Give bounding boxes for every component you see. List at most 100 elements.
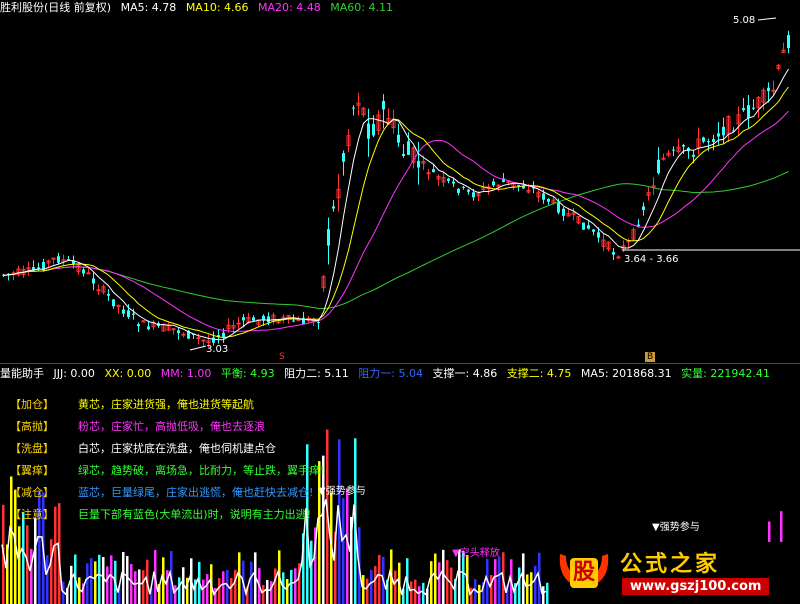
volume-bar-136 bbox=[546, 582, 549, 604]
volume-bar-98 bbox=[394, 570, 397, 604]
volume-bar-124 bbox=[498, 556, 501, 604]
xx-value: XX: 0.00 bbox=[104, 367, 152, 380]
strong-participation-label-1: ▼强势参与 bbox=[318, 486, 366, 497]
high-pointer bbox=[757, 17, 777, 21]
volume-bar-31 bbox=[126, 556, 129, 604]
volume-bar-24 bbox=[98, 554, 101, 604]
candle-body-118 bbox=[592, 229, 595, 232]
zuli1-value: 阻力一: 5.04 bbox=[358, 367, 424, 380]
volume-bar-25 bbox=[102, 557, 105, 604]
logo-name: 公式之家 bbox=[620, 552, 721, 577]
candle-body-79 bbox=[397, 134, 400, 143]
candle-body-149 bbox=[747, 105, 750, 119]
ma5-line bbox=[3, 68, 789, 341]
candle-body-81 bbox=[407, 141, 410, 155]
volume-bar-23 bbox=[94, 561, 97, 604]
volume-bar-68 bbox=[274, 568, 277, 604]
ma60-value: MA60: 4.11 bbox=[330, 1, 393, 14]
volume-bar-111 bbox=[446, 560, 449, 604]
volume-bar-93 bbox=[374, 566, 377, 604]
logo-emblem: 股 bbox=[556, 546, 612, 598]
candle-body-108 bbox=[542, 193, 545, 200]
volume-bar-54 bbox=[218, 578, 221, 604]
candle-body-34 bbox=[171, 328, 176, 331]
candle-body-92 bbox=[462, 186, 465, 188]
candle-body-99 bbox=[496, 184, 501, 187]
candle-body-47 bbox=[236, 322, 241, 325]
volume-bar-59 bbox=[238, 552, 241, 604]
candle-body-122 bbox=[612, 252, 615, 255]
legend-row-3: 【洗盘】 白芯，庄家扰底在洗盘，俺也伺机建点仓 bbox=[10, 442, 276, 455]
candle-body-73 bbox=[367, 123, 370, 139]
stock-title: 胜利股份(日线 前复权) bbox=[0, 1, 112, 14]
candle-body-86 bbox=[432, 169, 435, 173]
volume-bar-108 bbox=[434, 553, 437, 604]
candle-body-66 bbox=[332, 206, 335, 209]
candle-body-42 bbox=[212, 337, 215, 343]
candle-body-148 bbox=[742, 108, 745, 111]
volume-bar-72 bbox=[290, 569, 293, 604]
candle-body-134 bbox=[672, 149, 675, 151]
price-header: 胜利股份(日线 前复权) MA5: 4.78 MA10: 4.66 MA20: … bbox=[0, 1, 399, 15]
candle-body-26 bbox=[132, 313, 135, 315]
volume-bar-21 bbox=[86, 563, 89, 604]
candle-body-144 bbox=[722, 126, 725, 136]
watermark-logo: 股 公式之家 www.gszj100.com bbox=[550, 542, 800, 604]
candle-body-48 bbox=[242, 317, 245, 321]
volume-bar-135 bbox=[542, 586, 545, 604]
candle-body-22 bbox=[112, 299, 115, 307]
candle-body-39 bbox=[196, 337, 201, 340]
volume-bar-109 bbox=[438, 562, 441, 604]
candle-body-128 bbox=[642, 206, 645, 211]
volume-bar-22 bbox=[90, 558, 93, 604]
volume-bar-90 bbox=[362, 575, 365, 604]
candle-body-63 bbox=[317, 322, 320, 324]
legend-row-2: 【高抛】 粉芯，庄家忙，高抛低吸，俺也去逐浪 bbox=[10, 420, 265, 433]
volume-bar-67 bbox=[270, 581, 273, 604]
candle-body-123 bbox=[616, 256, 621, 259]
candle-body-119 bbox=[597, 232, 600, 238]
legend-text-4: 绿芯，趋势破，离场急，比耐力，等止跌，翼手痒! bbox=[78, 464, 325, 477]
volume-bar-110 bbox=[442, 549, 445, 604]
volume-bar-129 bbox=[518, 567, 521, 604]
ma60-line bbox=[3, 171, 789, 310]
candle-body-103 bbox=[517, 184, 520, 186]
candle-body-154 bbox=[771, 89, 776, 92]
pingheng-value: 平衡: 4.93 bbox=[220, 367, 275, 380]
legend-text-5: 蓝芯，巨量绿尾，庄家出逃慌，俺也赶快去减仓! bbox=[78, 486, 314, 499]
candle-body-10 bbox=[51, 257, 56, 260]
candle-body-90 bbox=[452, 181, 455, 184]
strong-participation-label-2: ▼强势参与 bbox=[652, 522, 700, 533]
candle-body-76 bbox=[382, 100, 385, 110]
candle-body-140 bbox=[702, 137, 705, 142]
range-label: 3.64 - 3.66 bbox=[624, 254, 679, 265]
volume-bar-66 bbox=[266, 580, 269, 604]
volume-bar-4 bbox=[18, 526, 21, 604]
candle-body-116 bbox=[582, 222, 585, 230]
candle-body-143 bbox=[717, 133, 720, 137]
volume-bar-55 bbox=[222, 571, 225, 604]
price-chart[interactable] bbox=[0, 0, 800, 362]
volume-bar-94 bbox=[378, 554, 381, 604]
indicator-header: 量能助手 JJJ: 0.00 XX: 0.00 MM: 1.00 平衡: 4.9… bbox=[0, 367, 776, 381]
logo-char: 股 bbox=[572, 560, 595, 585]
candle-body-74 bbox=[372, 123, 375, 136]
volume-bar-57 bbox=[230, 578, 233, 604]
legend-row-1: 【加仓】 黄芯，庄家进货强，俺也进货等起航 bbox=[10, 398, 254, 411]
legend-row-4: 【翼痒】 绿芯，趋势破，离场急，比耐力，等止跌，翼手痒! bbox=[10, 464, 325, 477]
low-pointer bbox=[189, 345, 207, 351]
candle-body-7 bbox=[37, 267, 40, 269]
ma10-value: MA10: 4.66 bbox=[185, 1, 249, 14]
mm-value: MM: 1.00 bbox=[160, 367, 212, 380]
candle-body-18 bbox=[92, 278, 95, 284]
volume-bar-11 bbox=[46, 555, 49, 604]
volume-bar-5 bbox=[22, 511, 25, 604]
volume-bar-26 bbox=[106, 566, 109, 604]
candle-body-131 bbox=[657, 159, 660, 174]
candle-body-19 bbox=[96, 289, 101, 292]
volume-bar-85 bbox=[342, 498, 345, 604]
volume-bar-133 bbox=[534, 565, 537, 604]
buy-marker: B bbox=[645, 352, 656, 362]
ma5-value: MA5: 4.78 bbox=[120, 1, 177, 14]
volume-bar-77 bbox=[310, 540, 313, 604]
